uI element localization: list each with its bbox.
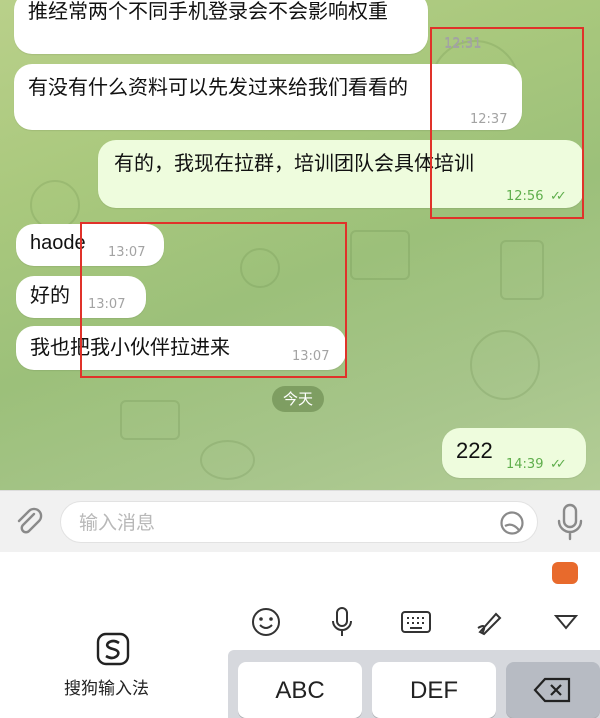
message-bubble[interactable]: 推经常两个不同手机登录会不会影响权重 12:31	[14, 0, 481, 54]
voice-icon[interactable]	[330, 606, 354, 638]
keyboard-icon[interactable]	[400, 606, 432, 638]
read-receipt-icon: ✓✓	[550, 457, 567, 472]
background-doodle	[470, 330, 540, 400]
message-time: 14:39	[506, 457, 544, 472]
ime-name-label: 搜狗输入法	[64, 679, 149, 699]
key-abc[interactable]: ABC	[238, 662, 362, 718]
date-divider: 今天	[272, 386, 324, 412]
sticker-icon[interactable]	[499, 510, 525, 536]
sogou-logo-icon	[96, 632, 130, 666]
keyboard-top-strip	[0, 552, 600, 602]
message-field[interactable]	[60, 501, 538, 543]
message-text: 有没有什么资料可以先发过来给我们看看的	[28, 75, 408, 99]
chat-area[interactable]: 推经常两个不同手机登录会不会影响权重 12:31 12:31 有没有什么资料可以…	[0, 0, 600, 490]
backspace-icon	[533, 677, 571, 703]
keyboard-toolbar	[0, 596, 600, 648]
background-doodle	[200, 440, 255, 480]
collapse-icon[interactable]	[552, 606, 580, 638]
background-doodle	[350, 230, 410, 280]
message-input-bar	[0, 490, 600, 552]
microphone-icon[interactable]	[556, 503, 584, 541]
background-doodle	[120, 400, 180, 440]
message-bubble-outgoing[interactable]: 222 14:39 ✓✓	[442, 428, 586, 478]
highlight-box	[430, 27, 584, 219]
handwriting-icon[interactable]	[474, 606, 506, 638]
background-doodle	[500, 240, 544, 300]
message-text: 有的，我现在拉群，培训团队会具体培训	[114, 151, 474, 175]
message-input[interactable]	[79, 510, 479, 536]
message-text: haode	[30, 232, 86, 254]
paperclip-icon[interactable]	[12, 505, 46, 539]
backspace-key[interactable]	[506, 662, 600, 718]
emoji-icon[interactable]	[250, 606, 282, 638]
key-def[interactable]: DEF	[372, 662, 496, 718]
message-text: 推经常两个不同手机登录会不会影响权重	[28, 0, 388, 23]
highlight-box	[80, 222, 347, 378]
sogou-badge-icon[interactable]	[552, 562, 578, 584]
message-text: 好的	[30, 283, 70, 307]
message-text: 222	[456, 438, 493, 463]
background-doodle	[30, 180, 80, 230]
